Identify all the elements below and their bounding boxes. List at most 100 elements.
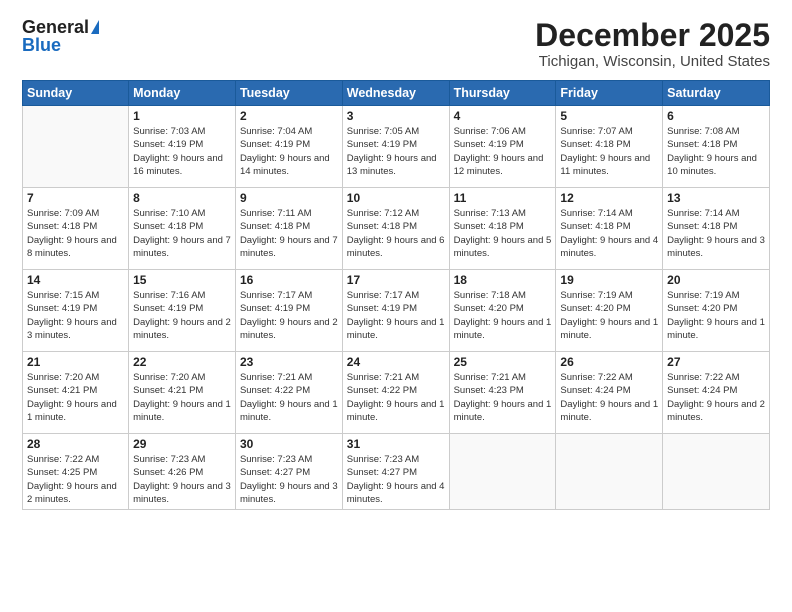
day-number: 16 (240, 273, 338, 287)
day-number: 17 (347, 273, 445, 287)
table-row: 10 Sunrise: 7:12 AMSunset: 4:18 PMDayligh… (342, 188, 449, 270)
table-row: 9 Sunrise: 7:11 AMSunset: 4:18 PMDaylight… (235, 188, 342, 270)
table-row: 24Sunrise: 7:21 AMSunset: 4:22 PMDayligh… (342, 352, 449, 434)
table-row: 8 Sunrise: 7:10 AMSunset: 4:18 PMDaylight… (129, 188, 236, 270)
col-sunday: Sunday (23, 81, 129, 106)
table-row: 12Sunrise: 7:14 AMSunset: 4:18 PMDayligh… (556, 188, 663, 270)
table-row: 4 Sunrise: 7:06 AMSunset: 4:19 PMDaylight… (449, 106, 556, 188)
day-info: Sunrise: 7:05 AMSunset: 4:19 PMDaylight:… (347, 125, 445, 178)
table-row: 21Sunrise: 7:20 AMSunset: 4:21 PMDayligh… (23, 352, 129, 434)
table-row (23, 106, 129, 188)
day-info: Sunrise: 7:07 AMSunset: 4:18 PMDaylight:… (560, 125, 658, 178)
table-row: 15 Sunrise: 7:16 AMSunset: 4:19 PMDayligh… (129, 270, 236, 352)
day-number: 14 (27, 273, 124, 287)
table-row (449, 434, 556, 510)
day-info: Sunrise: 7:15 AMSunset: 4:19 PMDaylight:… (27, 289, 124, 342)
day-info: Sunrise: 7:23 AMSunset: 4:27 PMDaylight:… (240, 453, 338, 506)
day-number: 25 (454, 355, 552, 369)
table-row: 19 Sunrise: 7:19 AMSunset: 4:20 PMDayligh… (556, 270, 663, 352)
table-row: 29Sunrise: 7:23 AMSunset: 4:26 PMDayligh… (129, 434, 236, 510)
day-info: Sunrise: 7:16 AMSunset: 4:19 PMDaylight:… (133, 289, 231, 342)
table-row (556, 434, 663, 510)
day-info: Sunrise: 7:20 AMSunset: 4:21 PMDaylight:… (133, 371, 231, 424)
day-info: Sunrise: 7:17 AMSunset: 4:19 PMDaylight:… (240, 289, 338, 342)
col-thursday: Thursday (449, 81, 556, 106)
table-row: 6 Sunrise: 7:08 AMSunset: 4:18 PMDaylight… (663, 106, 770, 188)
day-info: Sunrise: 7:18 AMSunset: 4:20 PMDaylight:… (454, 289, 552, 342)
day-info: Sunrise: 7:17 AMSunset: 4:19 PMDaylight:… (347, 289, 445, 342)
table-row: 26 Sunrise: 7:22 AMSunset: 4:24 PMDayligh… (556, 352, 663, 434)
table-row: 2Sunrise: 7:04 AMSunset: 4:19 PMDaylight… (235, 106, 342, 188)
day-number: 1 (133, 109, 231, 123)
col-wednesday: Wednesday (342, 81, 449, 106)
day-info: Sunrise: 7:03 AMSunset: 4:19 PMDaylight:… (133, 125, 231, 178)
day-number: 18 (454, 273, 552, 287)
day-number: 23 (240, 355, 338, 369)
day-number: 27 (667, 355, 765, 369)
header: General Blue December 2025 Tichigan, Wis… (22, 18, 770, 70)
day-number: 26 (560, 355, 658, 369)
day-info: Sunrise: 7:08 AMSunset: 4:18 PMDaylight:… (667, 125, 765, 178)
table-row: 18 Sunrise: 7:18 AMSunset: 4:20 PMDayligh… (449, 270, 556, 352)
table-row: 25 Sunrise: 7:21 AMSunset: 4:23 PMDayligh… (449, 352, 556, 434)
calendar-table: Sunday Monday Tuesday Wednesday Thursday… (22, 80, 770, 510)
calendar-title: December 2025 (535, 18, 770, 53)
day-number: 5 (560, 109, 658, 123)
day-number: 11 (454, 191, 552, 205)
table-row: 13Sunrise: 7:14 AMSunset: 4:18 PMDayligh… (663, 188, 770, 270)
day-info: Sunrise: 7:06 AMSunset: 4:19 PMDaylight:… (454, 125, 552, 178)
day-number: 15 (133, 273, 231, 287)
table-row: 31 Sunrise: 7:23 AMSunset: 4:27 PMDayligh… (342, 434, 449, 510)
day-number: 4 (454, 109, 552, 123)
day-number: 6 (667, 109, 765, 123)
day-info: Sunrise: 7:19 AMSunset: 4:20 PMDaylight:… (560, 289, 658, 342)
day-number: 29 (133, 437, 231, 451)
table-row: 11Sunrise: 7:13 AMSunset: 4:18 PMDayligh… (449, 188, 556, 270)
logo: General Blue (22, 18, 99, 54)
logo-general: General (22, 18, 89, 36)
day-number: 2 (240, 109, 338, 123)
table-row: 7Sunrise: 7:09 AMSunset: 4:18 PMDaylight… (23, 188, 129, 270)
day-number: 20 (667, 273, 765, 287)
day-number: 28 (27, 437, 124, 451)
col-friday: Friday (556, 81, 663, 106)
day-number: 10 (347, 191, 445, 205)
day-info: Sunrise: 7:22 AMSunset: 4:25 PMDaylight:… (27, 453, 124, 506)
day-number: 8 (133, 191, 231, 205)
day-info: Sunrise: 7:22 AMSunset: 4:24 PMDaylight:… (667, 371, 765, 424)
table-row: 3Sunrise: 7:05 AMSunset: 4:19 PMDaylight… (342, 106, 449, 188)
day-number: 22 (133, 355, 231, 369)
day-info: Sunrise: 7:21 AMSunset: 4:22 PMDaylight:… (240, 371, 338, 424)
table-row: 23 Sunrise: 7:21 AMSunset: 4:22 PMDayligh… (235, 352, 342, 434)
day-info: Sunrise: 7:21 AMSunset: 4:23 PMDaylight:… (454, 371, 552, 424)
table-row: 5 Sunrise: 7:07 AMSunset: 4:18 PMDaylight… (556, 106, 663, 188)
day-number: 30 (240, 437, 338, 451)
day-number: 31 (347, 437, 445, 451)
table-row (663, 434, 770, 510)
day-info: Sunrise: 7:23 AMSunset: 4:27 PMDaylight:… (347, 453, 445, 506)
day-number: 9 (240, 191, 338, 205)
day-info: Sunrise: 7:20 AMSunset: 4:21 PMDaylight:… (27, 371, 124, 424)
table-row: 22 Sunrise: 7:20 AMSunset: 4:21 PMDayligh… (129, 352, 236, 434)
col-saturday: Saturday (663, 81, 770, 106)
table-row: 17 Sunrise: 7:17 AMSunset: 4:19 PMDayligh… (342, 270, 449, 352)
page: General Blue December 2025 Tichigan, Wis… (0, 0, 792, 612)
day-info: Sunrise: 7:14 AMSunset: 4:18 PMDaylight:… (667, 207, 765, 260)
table-row: 20 Sunrise: 7:19 AMSunset: 4:20 PMDayligh… (663, 270, 770, 352)
logo-icon (91, 20, 99, 34)
day-number: 7 (27, 191, 124, 205)
table-row: 27 Sunrise: 7:22 AMSunset: 4:24 PMDayligh… (663, 352, 770, 434)
day-info: Sunrise: 7:22 AMSunset: 4:24 PMDaylight:… (560, 371, 658, 424)
day-number: 19 (560, 273, 658, 287)
day-info: Sunrise: 7:19 AMSunset: 4:20 PMDaylight:… (667, 289, 765, 342)
col-monday: Monday (129, 81, 236, 106)
calendar-header-row: Sunday Monday Tuesday Wednesday Thursday… (23, 81, 770, 106)
day-info: Sunrise: 7:21 AMSunset: 4:22 PMDaylight:… (347, 371, 445, 424)
calendar-subtitle: Tichigan, Wisconsin, United States (535, 53, 770, 70)
day-info: Sunrise: 7:12 AMSunset: 4:18 PMDaylight:… (347, 207, 445, 260)
day-info: Sunrise: 7:11 AMSunset: 4:18 PMDaylight:… (240, 207, 338, 260)
col-tuesday: Tuesday (235, 81, 342, 106)
day-number: 12 (560, 191, 658, 205)
day-info: Sunrise: 7:10 AMSunset: 4:18 PMDaylight:… (133, 207, 231, 260)
table-row: 30 Sunrise: 7:23 AMSunset: 4:27 PMDayligh… (235, 434, 342, 510)
